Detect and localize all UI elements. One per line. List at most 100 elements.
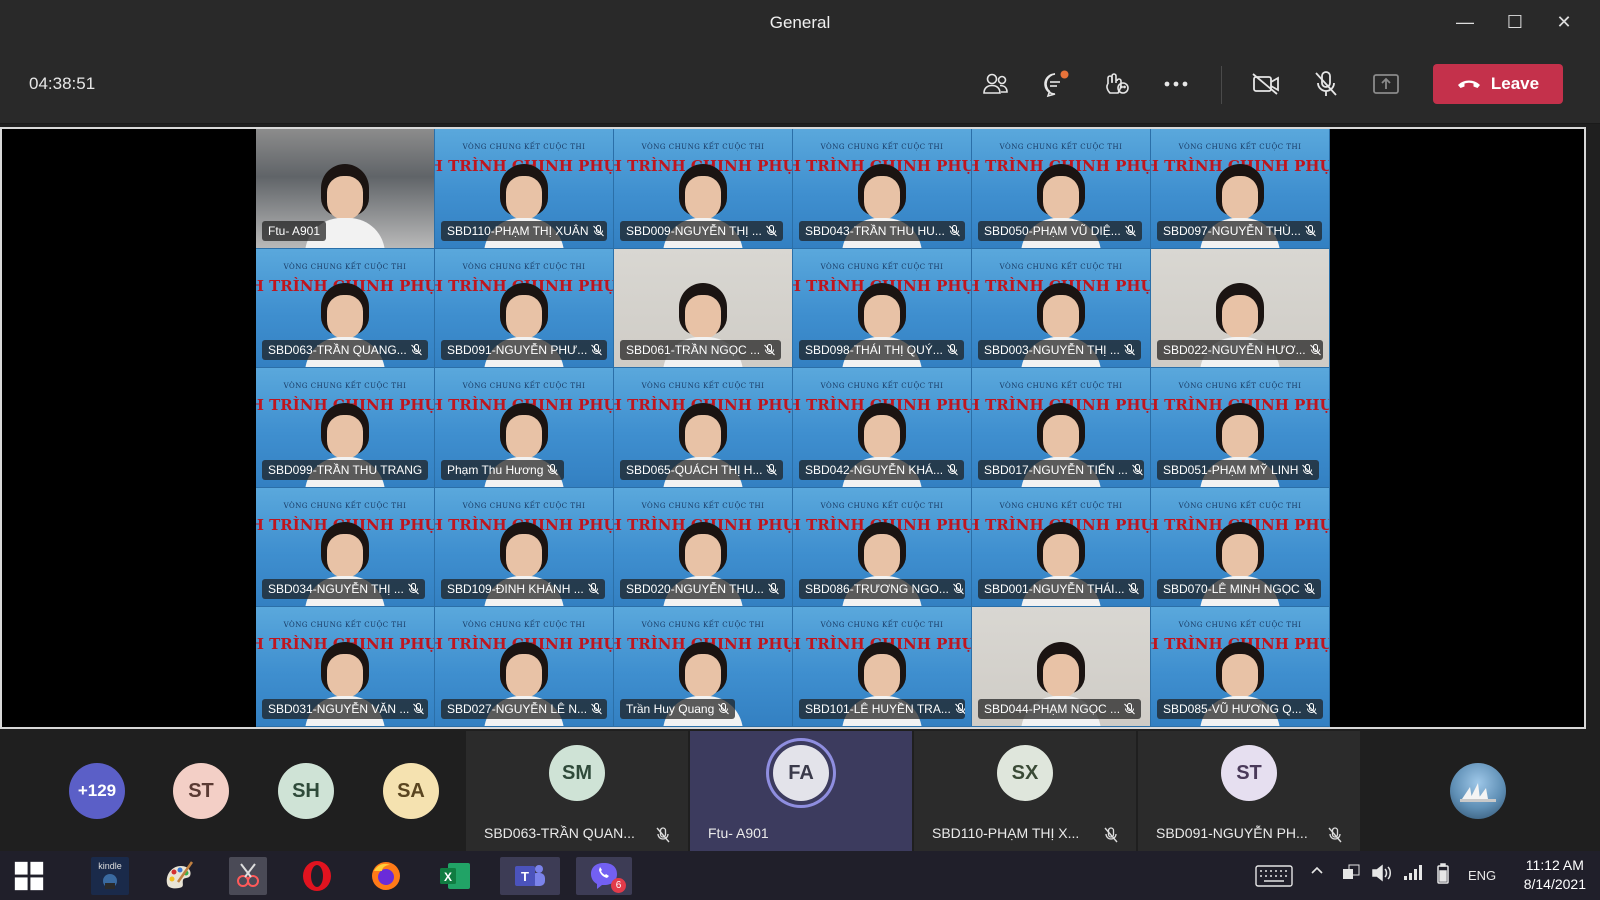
mic-muted-icon <box>547 463 559 476</box>
video-gallery-grid: Ftu- A901 VÒNG CHUNG KẾT CUỘC THINH TRÌNH… <box>256 129 1330 727</box>
participant-card[interactable]: SM SBD063-TRẦN QUAN... <box>466 731 688 851</box>
wifi-button[interactable] <box>1403 863 1423 884</box>
participants-icon <box>983 73 1008 94</box>
network-status-button[interactable] <box>1341 863 1361 886</box>
camera-toggle-button[interactable] <box>1244 64 1288 104</box>
background-banner-line1: VÒNG CHUNG KẾT CUỘC THI <box>641 382 765 391</box>
profile-photo-avatar[interactable] <box>1450 763 1506 819</box>
background-banner-line1: VÒNG CHUNG KẾT CUỘC THI <box>641 143 765 151</box>
background-banner-line1: VÒNG CHUNG KẾT CUỘC THI <box>641 621 765 630</box>
language-indicator[interactable]: ENG <box>1468 868 1496 883</box>
paint-icon <box>166 861 194 889</box>
participant-name: SBD031-NGUYỄN VĂN ... <box>268 701 410 716</box>
mic-muted-icon <box>591 344 603 356</box>
participant-name: SBD091-NGUYỄN PHƯ... <box>447 343 588 358</box>
video-tile[interactable]: VÒNG CHUNG KẾT CUỘC THINH TRÌNH CHINH PH… <box>972 129 1151 249</box>
taskbar-clock[interactable]: 11:12 AM 8/14/2021 <box>1524 856 1586 894</box>
show-hidden-icons-button[interactable] <box>1311 863 1323 878</box>
video-tile[interactable]: VÒNG CHUNG KẾT CUỘC THINH TRÌNH CHINH PH… <box>1151 129 1330 249</box>
video-tile[interactable]: VÒNG CHUNG KẾT CUỘC THINH TRÌNH CHINH PH… <box>435 607 614 727</box>
toolbar-divider <box>1221 66 1222 104</box>
video-tile[interactable]: VÒNG CHUNG KẾT CUỘC THINH TRÌNH CHINH PH… <box>614 368 793 488</box>
maximize-button[interactable]: ☐ <box>1497 8 1533 36</box>
video-tile[interactable]: VÒNG CHUNG KẾT CUỘC THINH TRÌNH CHINH PH… <box>435 248 614 369</box>
kindle-app[interactable]: kindle <box>91 857 129 895</box>
video-tile[interactable]: VÒNG CHUNG KẾT CUỘC THINH TRÌNH CHINH PH… <box>793 607 972 727</box>
mic-muted-icon <box>1124 702 1135 715</box>
participant-avatar[interactable]: ST <box>173 763 229 819</box>
background-banner-line1: VÒNG CHUNG KẾT CUỘC THI <box>820 382 944 391</box>
video-tile[interactable]: VÒNG CHUNG KẾT CUỘC THINH TRÌNH CHINH PH… <box>614 607 793 727</box>
video-tile[interactable]: VÒNG CHUNG KẾT CUỘC THINH TRÌNH CHINH PH… <box>972 368 1151 488</box>
window-title: General <box>769 13 831 32</box>
participant-name: SBD003-NGUYỄN THỊ ... <box>984 343 1120 358</box>
video-tile[interactable]: VÒNG CHUNG KẾT CUỘC THINH TRÌNH CHINH PH… <box>1151 487 1330 608</box>
video-tile[interactable]: SBD061-TRẦN NGỌC ... <box>614 248 793 369</box>
participant-nameplate: SBD061-TRẦN NGỌC ... <box>620 340 782 361</box>
video-tile[interactable]: VÒNG CHUNG KẾT CUỘC THINH TRÌNH CHINH PH… <box>793 487 972 608</box>
share-tray-button[interactable] <box>1364 64 1408 104</box>
participant-avatar[interactable]: SH <box>278 763 334 819</box>
video-tile[interactable]: VÒNG CHUNG KẾT CUỘC THINH TRÌNH CHINH PH… <box>972 487 1151 608</box>
paint-app[interactable] <box>160 857 198 895</box>
video-tile[interactable]: VÒNG CHUNG KẾT CUỘC THINH TRÌNH CHINH PH… <box>793 368 972 488</box>
video-tile[interactable]: VÒNG CHUNG KẾT CUỘC THINH TRÌNH CHINH PH… <box>256 248 435 369</box>
participant-avatar[interactable]: SA <box>383 763 439 819</box>
touch-keyboard-button[interactable] <box>1253 857 1295 895</box>
video-tile[interactable]: SBD022-NGUYỄN HƯƠ... <box>1151 248 1330 369</box>
teams-app[interactable]: T <box>500 857 560 895</box>
firefox-app[interactable] <box>367 857 405 895</box>
mic-muted-icon <box>1304 224 1316 236</box>
more-participants-button[interactable]: +129 <box>69 763 125 819</box>
video-tile[interactable]: VÒNG CHUNG KẾT CUỘC THINH TRÌNH CHINH PH… <box>435 487 614 608</box>
volume-button[interactable] <box>1371 863 1393 886</box>
video-tile[interactable]: VÒNG CHUNG KẾT CUỘC THINH TRÌNH CHINH PH… <box>435 368 614 488</box>
battery-icon <box>1437 863 1449 884</box>
video-tile[interactable]: SBD044-PHẠM NGỌC ... <box>972 607 1151 727</box>
mic-muted-icon <box>410 344 422 356</box>
reactions-icon <box>1106 73 1129 94</box>
snip-tool-app[interactable] <box>229 857 267 895</box>
participant-card[interactable]: ST SBD091-NGUYỄN PH... <box>1138 731 1360 851</box>
battery-button[interactable] <box>1433 863 1453 888</box>
video-tile[interactable]: VÒNG CHUNG KẾT CUỘC THINH TRÌNH CHINH PH… <box>256 368 435 488</box>
video-tile[interactable]: VÒNG CHUNG KẾT CUỘC THINH TRÌNH CHINH PH… <box>256 487 435 608</box>
participant-nameplate: SBD042-NGUYỄN KHÁ... <box>799 459 965 480</box>
close-window-button[interactable]: ✕ <box>1546 8 1582 36</box>
window-titlebar: General — ☐ ✕ <box>0 0 1600 44</box>
video-tile[interactable]: VÒNG CHUNG KẾT CUỘC THINH TRÌNH CHINH PH… <box>793 248 972 369</box>
reactions-button[interactable] <box>1094 64 1138 104</box>
background-banner-line1: VÒNG CHUNG KẾT CUỘC THI <box>283 621 407 630</box>
more-options-icon <box>1164 81 1188 87</box>
video-tile[interactable]: VÒNG CHUNG KẾT CUỘC THINH TRÌNH CHINH PH… <box>972 248 1151 369</box>
opera-app[interactable] <box>298 857 336 895</box>
mic-toggle-button[interactable] <box>1304 64 1348 104</box>
video-tile[interactable]: VÒNG CHUNG KẾT CUỘC THINH TRÌNH CHINH PH… <box>256 607 435 727</box>
video-tile[interactable]: Ftu- A901 <box>256 129 435 249</box>
viber-badge: 6 <box>611 878 626 893</box>
video-tile[interactable]: VÒNG CHUNG KẾT CUỘC THINH TRÌNH CHINH PH… <box>614 129 793 249</box>
mic-muted-icon <box>953 583 964 595</box>
leave-button[interactable]: Leave <box>1433 64 1563 104</box>
excel-app[interactable]: X <box>436 857 474 895</box>
participant-nameplate: Trần Huy Quang <box>620 698 736 719</box>
minimize-button[interactable]: — <box>1447 8 1483 36</box>
video-tile[interactable]: VÒNG CHUNG KẾT CUỘC THINH TRÌNH CHINH PH… <box>435 129 614 249</box>
video-tile[interactable]: VÒNG CHUNG KẾT CUỘC THINH TRÌNH CHINH PH… <box>614 487 793 608</box>
video-tile[interactable]: VÒNG CHUNG KẾT CUỘC THINH TRÌNH CHINH PH… <box>1151 607 1330 727</box>
mic-muted-icon <box>587 583 599 595</box>
video-tile[interactable]: VÒNG CHUNG KẾT CUỘC THINH TRÌNH CHINH PH… <box>793 129 972 249</box>
participant-name: SBD050-PHẠM VŨ DIỆ... <box>984 223 1121 238</box>
participants-button[interactable] <box>974 64 1018 104</box>
video-tile[interactable]: VÒNG CHUNG KẾT CUỘC THINH TRÌNH CHINH PH… <box>1151 368 1330 488</box>
background-banner-line1: VÒNG CHUNG KẾT CUỘC THI <box>283 262 407 271</box>
start-button[interactable] <box>10 857 48 895</box>
more-options-button[interactable] <box>1154 64 1198 104</box>
participant-card[interactable]: SX SBD110-PHẠM THỊ X... <box>914 731 1136 851</box>
viber-app[interactable]: 6 <box>576 857 632 895</box>
mic-muted-icon <box>947 463 958 476</box>
chat-unread-badge <box>1060 70 1069 79</box>
chat-button[interactable] <box>1034 64 1078 104</box>
participant-name: SBD085-VŨ HƯƠNG Q... <box>1163 701 1302 716</box>
participant-card[interactable]: FA Ftu- A901 <box>690 731 912 851</box>
